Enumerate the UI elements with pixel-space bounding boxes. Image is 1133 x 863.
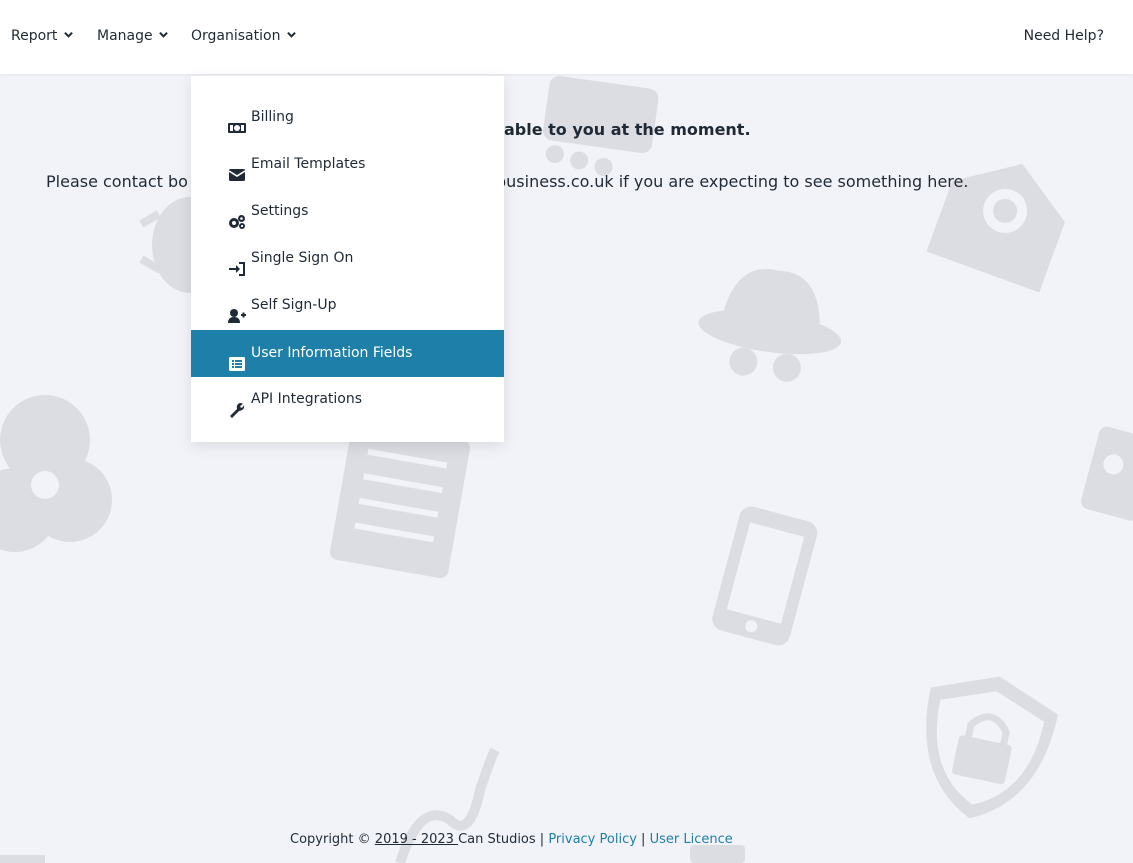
wrench-icon [228, 391, 246, 418]
biohazard-watermark-icon [0, 395, 112, 552]
sign-in-icon [228, 250, 246, 276]
list-alt-icon [228, 345, 246, 371]
menu-item-settings[interactable]: Settings [191, 188, 504, 235]
cogs-icon [228, 203, 246, 229]
menu-item-label: Single Sign On [251, 250, 354, 266]
menu-item-api-integrations[interactable]: API Integrations [191, 376, 504, 423]
contact-message: Please contact bo business.co.uk if you … [46, 172, 968, 192]
menu-item-label: User Information Fields [251, 345, 413, 361]
footer: Copyright © 2019 - 2023 Can Studios | Pr… [290, 831, 733, 849]
nav-organisation-menu[interactable]: Organisation [191, 27, 296, 45]
need-help-link[interactable]: Need Help? [1024, 27, 1104, 45]
contact-suffix: business.co.uk if you are expecting to s… [496, 172, 969, 191]
shield-lock-watermark-icon [926, 676, 1058, 819]
nav-organisation-label: Organisation [191, 28, 281, 44]
company-name: Can Studios [458, 832, 536, 847]
nav-manage-label: Manage [97, 28, 153, 44]
menu-item-label: Self Sign-Up [251, 297, 337, 313]
chevron-down-icon [64, 31, 73, 38]
nav-manage-menu[interactable]: Manage [97, 27, 168, 45]
copyright-years: 2019 - 2023 [374, 832, 459, 847]
menu-item-email-templates[interactable]: Email Templates [191, 141, 504, 188]
menu-item-billing[interactable]: Billing [191, 94, 504, 141]
envelope-icon [228, 156, 246, 181]
menu-item-user-information-fields[interactable]: User Information Fields [191, 330, 504, 377]
email-watermark-icon [926, 163, 1065, 293]
organisation-dropdown-menu: Billing Email Templates Settings Single … [191, 76, 504, 442]
top-navbar: Report Manage Organisation Need Help? [0, 0, 1133, 74]
menu-item-label: Billing [251, 109, 294, 125]
chevron-down-icon [159, 31, 168, 38]
chevron-down-icon [287, 31, 296, 38]
menu-item-label: Settings [251, 203, 309, 219]
privacy-policy-link[interactable]: Privacy Policy [548, 832, 637, 847]
id-card-watermark-icon [1081, 426, 1133, 521]
footer-separator: | [535, 832, 549, 847]
menu-item-self-sign-up[interactable]: Self Sign-Up [191, 282, 504, 329]
user-licence-link[interactable]: User Licence [650, 832, 733, 847]
nav-report-menu[interactable]: Report [11, 27, 73, 45]
nav-report-label: Report [11, 28, 58, 44]
mobile-phone-watermark-icon [712, 506, 818, 646]
money-bill-icon [228, 109, 246, 133]
contact-prefix: Please contact bo [46, 172, 188, 191]
notice-text: able to you at the moment. [504, 120, 751, 139]
menu-item-single-sign-on[interactable]: Single Sign On [191, 235, 504, 282]
menu-item-label: API Integrations [251, 391, 363, 407]
copyright-prefix: Copyright © [290, 832, 375, 847]
footer-separator: | [636, 832, 650, 847]
menu-item-label: Email Templates [251, 156, 366, 172]
spy-hat-watermark-icon [698, 269, 842, 382]
user-plus-icon [228, 297, 246, 323]
clipboard-watermark-icon [330, 421, 470, 579]
